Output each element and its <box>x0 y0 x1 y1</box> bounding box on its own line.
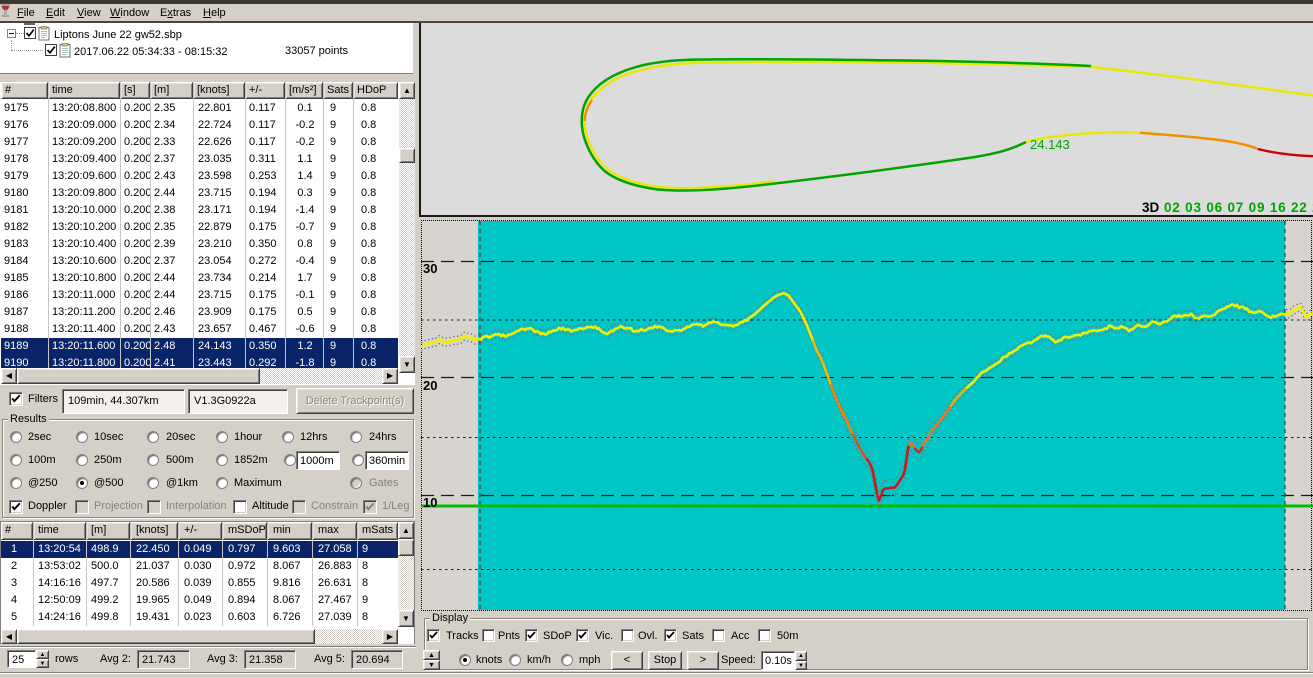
svg-text:10: 10 <box>423 495 437 510</box>
svg-text:3D: 3D <box>1142 200 1160 213</box>
svg-text:30: 30 <box>423 261 437 276</box>
svg-text:02 03 06 07 09 16 22 2: 02 03 06 07 09 16 22 2 <box>1164 200 1313 213</box>
svg-text:20: 20 <box>423 378 437 393</box>
svg-text:24.143: 24.143 <box>1030 137 1070 152</box>
